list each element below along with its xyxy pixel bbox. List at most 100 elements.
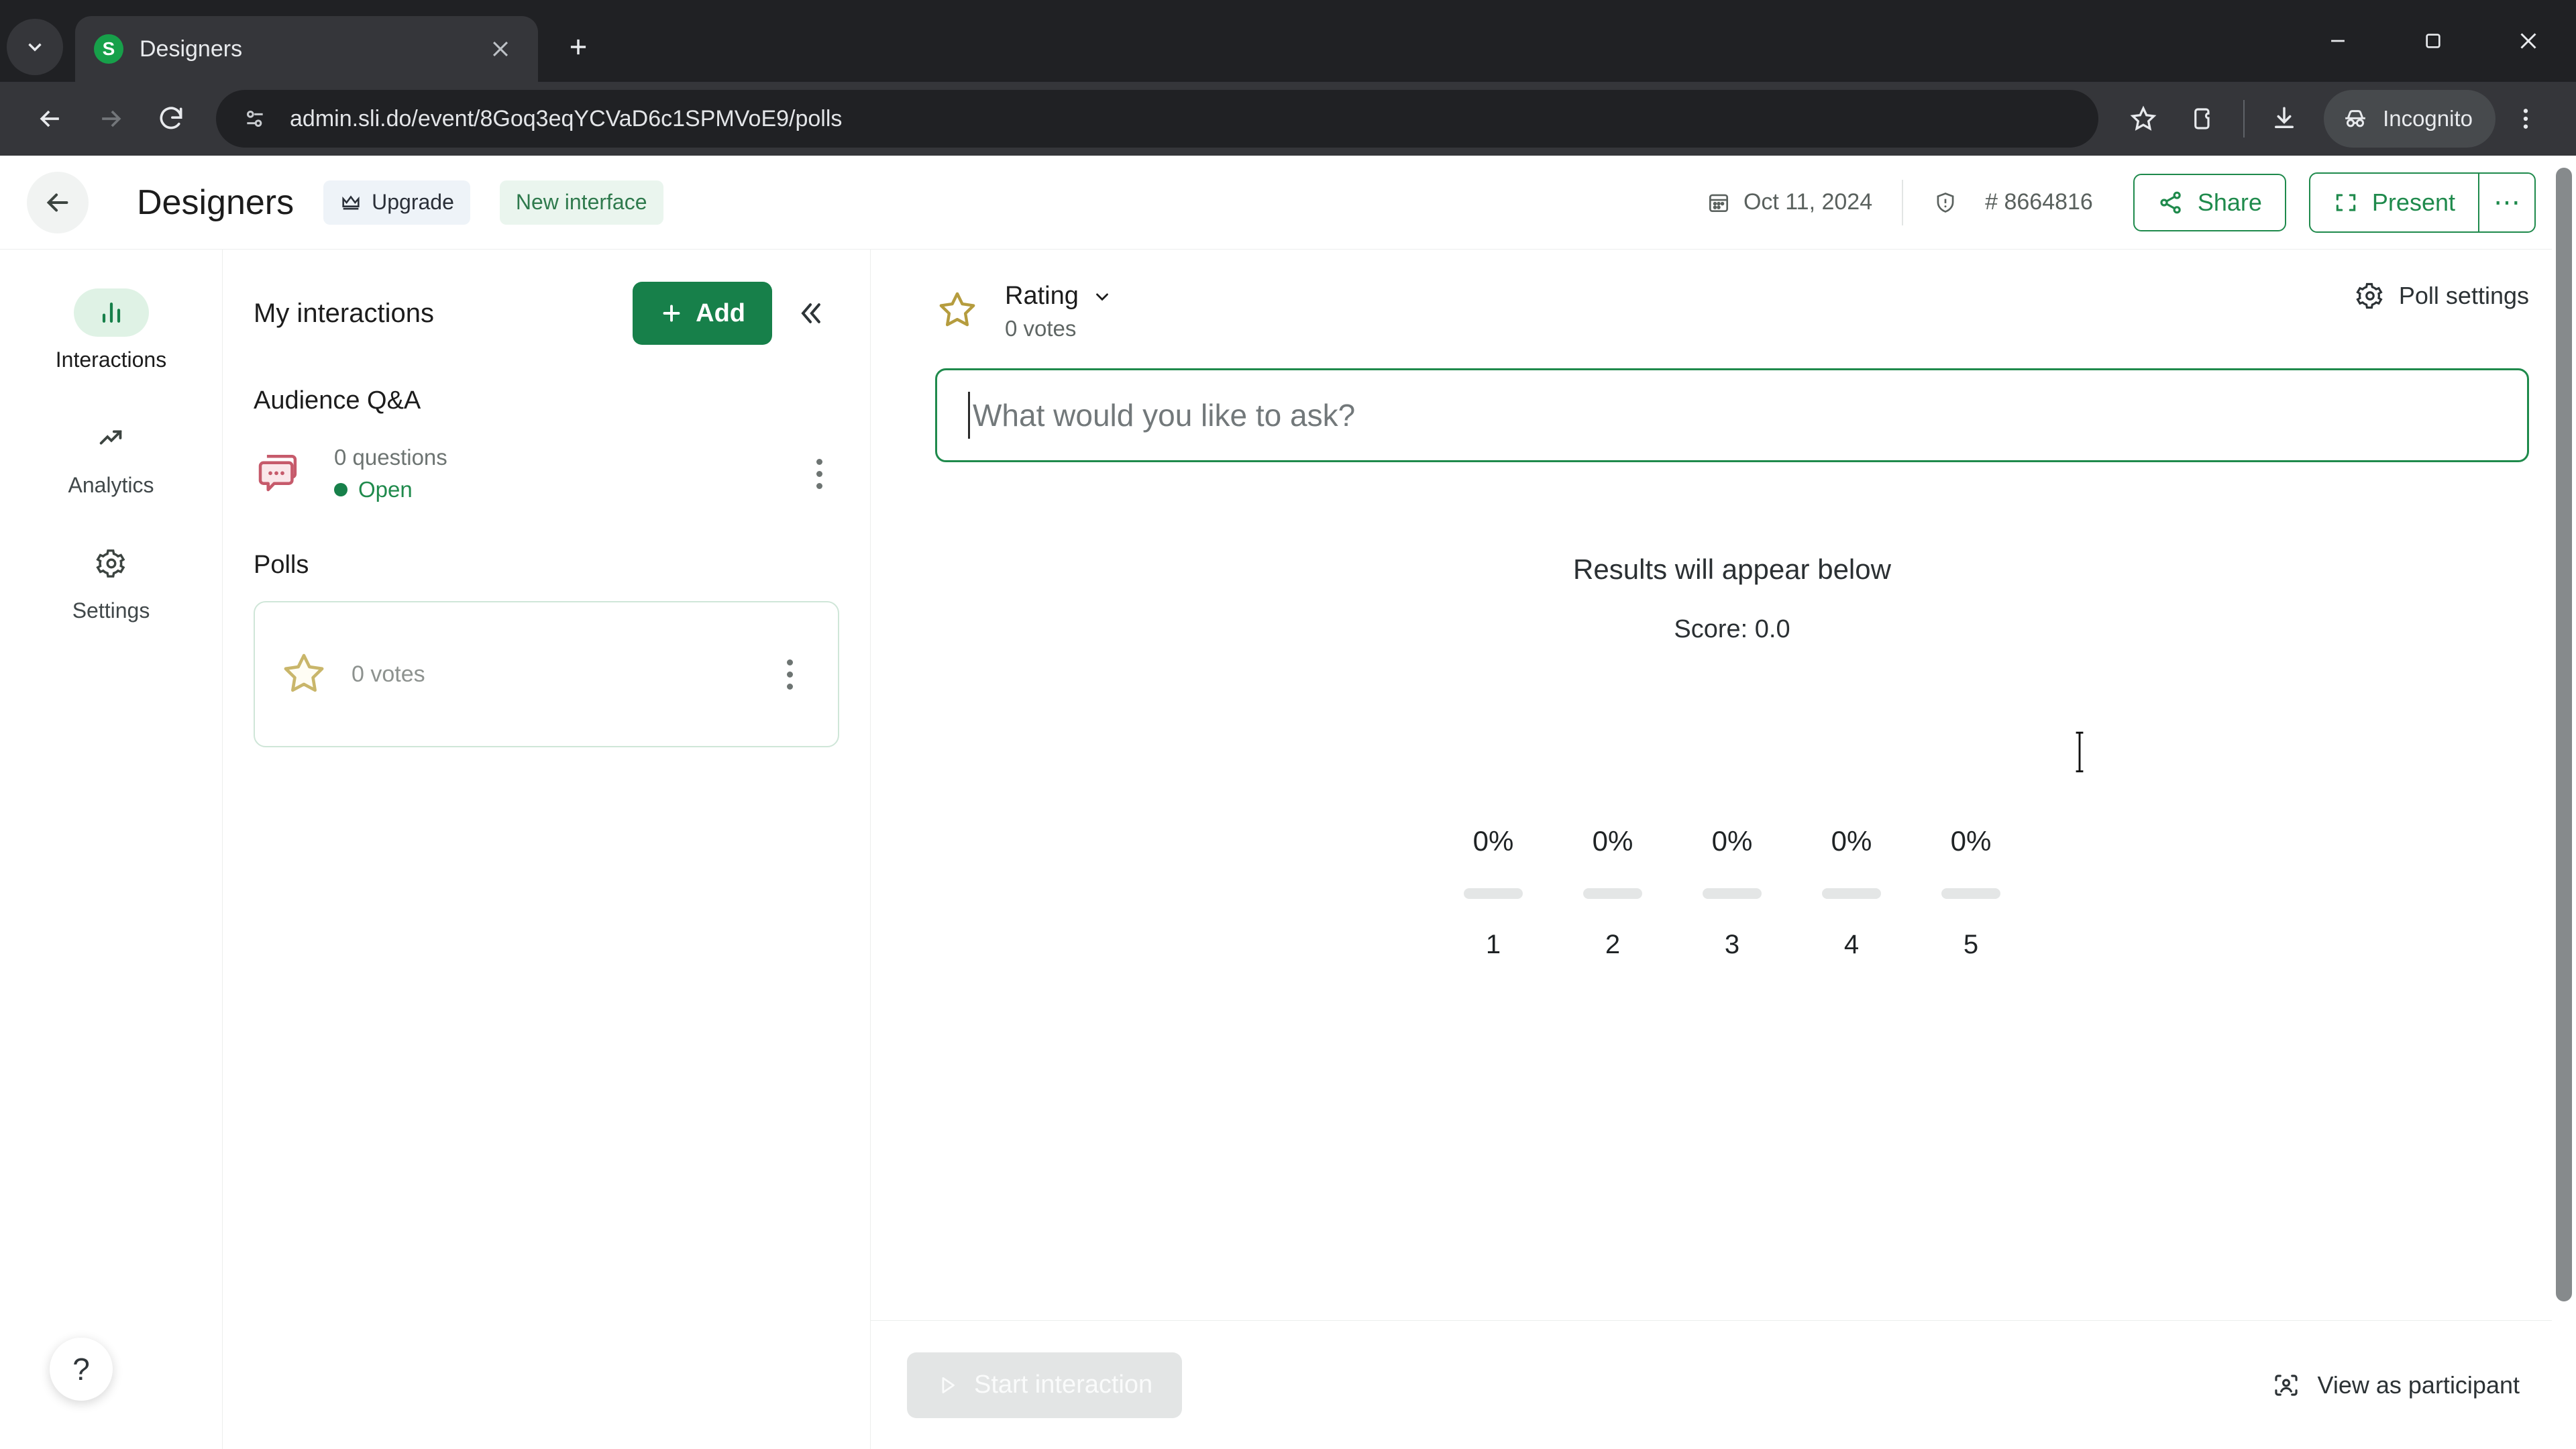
new-tab-button[interactable] bbox=[551, 20, 605, 74]
poll-item-menu-button[interactable] bbox=[769, 659, 810, 690]
back-arrow-icon bbox=[40, 110, 59, 127]
shield-alert-icon bbox=[1937, 192, 1954, 213]
add-interaction-button[interactable]: Add bbox=[633, 282, 772, 345]
upgrade-label: Upgrade bbox=[372, 190, 454, 214]
upgrade-button[interactable]: Upgrade bbox=[323, 180, 470, 225]
poll-editor-header: Rating 0 votes Poll settings bbox=[935, 282, 2529, 341]
slido-favicon: S bbox=[94, 34, 123, 64]
polls-group-title: Polls bbox=[254, 551, 309, 579]
forward-arrow-icon bbox=[102, 110, 121, 127]
scrollbar-thumb[interactable] bbox=[2556, 168, 2572, 1301]
dot bbox=[816, 482, 822, 489]
body-row: Interactions Analytics Settings ? My int… bbox=[0, 250, 2576, 1449]
maximize-button[interactable] bbox=[2385, 0, 2481, 82]
view-as-participant-label: View as participant bbox=[2317, 1371, 2520, 1399]
dot bbox=[816, 458, 822, 465]
chevrons-left-icon bbox=[801, 303, 820, 323]
play-icon bbox=[942, 1377, 955, 1393]
dot bbox=[786, 671, 793, 678]
poll-type-block: Rating 0 votes bbox=[1005, 282, 1112, 341]
chevron-down-icon bbox=[1095, 293, 1108, 301]
list-item[interactable]: 0 votes bbox=[254, 601, 839, 747]
rating-bar bbox=[1703, 888, 1762, 899]
present-more-button[interactable]: ⋯ bbox=[2478, 173, 2534, 231]
qa-item-text: 0 questions Open bbox=[334, 445, 799, 502]
minimize-icon bbox=[2331, 40, 2345, 42]
sidebar-item-interactions[interactable]: Interactions bbox=[0, 288, 222, 372]
poll-votes-count: 0 votes bbox=[1005, 316, 1077, 341]
sidebar-item-label: Settings bbox=[72, 598, 150, 623]
rating-column: 0% 4 bbox=[1811, 825, 1892, 960]
downloads-button[interactable] bbox=[2254, 89, 2314, 149]
close-tab-button[interactable] bbox=[482, 30, 519, 68]
browser-tab[interactable]: S Designers bbox=[75, 16, 538, 82]
status-dot-icon bbox=[334, 483, 347, 496]
present-button[interactable]: Present bbox=[2310, 174, 2478, 231]
rating-percent: 0% bbox=[1592, 825, 1633, 857]
view-as-participant-button[interactable]: View as participant bbox=[2272, 1371, 2520, 1399]
results-preview: Results will appear below Score: 0.0 0% … bbox=[935, 553, 2529, 960]
rating-percent: 0% bbox=[1950, 825, 1992, 857]
window-close-button[interactable] bbox=[2481, 0, 2576, 82]
gear-icon bbox=[2356, 282, 2383, 309]
collapse-panel-button[interactable] bbox=[782, 284, 839, 342]
qa-item-menu-button[interactable] bbox=[799, 458, 839, 489]
poll-vote-count: 0 votes bbox=[352, 661, 425, 687]
rating-percent: 0% bbox=[1831, 825, 1872, 857]
download-icon bbox=[2275, 107, 2294, 128]
plus-icon bbox=[663, 305, 680, 322]
poll-type-selector[interactable]: Rating bbox=[1005, 282, 1112, 311]
header-divider bbox=[1902, 179, 1904, 225]
poll-settings-button[interactable]: Poll settings bbox=[2356, 282, 2529, 310]
incognito-profile-button[interactable]: Incognito bbox=[2324, 90, 2496, 148]
sidebar-item-analytics[interactable]: Analytics bbox=[0, 414, 222, 498]
help-button[interactable]: ? bbox=[50, 1338, 113, 1401]
rating-bar bbox=[1583, 888, 1642, 899]
event-date[interactable]: Oct 11, 2024 bbox=[1706, 189, 1872, 215]
back-button[interactable] bbox=[20, 89, 80, 149]
minimize-button[interactable] bbox=[2290, 0, 2385, 82]
list-item[interactable]: 0 questions Open bbox=[254, 438, 839, 509]
reload-button[interactable] bbox=[141, 89, 201, 149]
start-interaction-button[interactable]: Start interaction bbox=[907, 1352, 1183, 1418]
qa-question-count: 0 questions bbox=[334, 445, 447, 470]
main-content: Rating 0 votes Poll settings What would … bbox=[871, 250, 2576, 1449]
event-code[interactable]: # 8664816 bbox=[1933, 189, 2093, 215]
rating-percent: 0% bbox=[1472, 825, 1514, 857]
browser-menu-button[interactable] bbox=[2496, 89, 2556, 149]
interactions-panel-header: My interactions Add bbox=[254, 282, 839, 345]
share-button[interactable]: Share bbox=[2133, 173, 2286, 231]
profile-label: Incognito bbox=[2383, 106, 2473, 131]
back-to-events-button[interactable] bbox=[27, 171, 89, 233]
dot bbox=[786, 683, 793, 690]
window-close-icon bbox=[2520, 33, 2536, 49]
results-title: Results will appear below bbox=[1573, 553, 1891, 585]
new-interface-button[interactable]: New interface bbox=[499, 180, 663, 225]
sidebar-item-settings[interactable]: Settings bbox=[0, 539, 222, 623]
tab-search-button[interactable] bbox=[7, 19, 63, 75]
bookmark-button[interactable] bbox=[2113, 89, 2174, 149]
page-scrollbar[interactable] bbox=[2552, 156, 2576, 1449]
star-icon bbox=[935, 287, 979, 335]
add-label: Add bbox=[696, 299, 745, 327]
gear-icon bbox=[74, 539, 149, 588]
forward-button[interactable] bbox=[80, 89, 141, 149]
rating-scale-chart: 0% 1 0% 2 0% 3 0% 4 0% 5 bbox=[935, 825, 2529, 960]
sidebar-item-label: Analytics bbox=[68, 473, 154, 497]
status-label: Open bbox=[358, 477, 413, 502]
poll-question-input[interactable]: What would you like to ask? bbox=[935, 368, 2529, 773]
maximize-icon bbox=[2426, 34, 2440, 48]
close-icon bbox=[492, 41, 508, 57]
present-fullscreen-icon bbox=[2336, 193, 2356, 211]
poll-type-label: Rating bbox=[1005, 282, 1079, 310]
address-bar[interactable]: admin.sli.do/event/8Goq3eqYCVaD6c1SPMVoE… bbox=[216, 90, 2099, 148]
sidebar-item-label: Interactions bbox=[55, 347, 167, 372]
start-interaction-label: Start interaction bbox=[974, 1371, 1153, 1399]
extensions-button[interactable] bbox=[2174, 89, 2234, 149]
site-settings-button[interactable] bbox=[235, 99, 275, 139]
incognito-icon bbox=[2345, 110, 2365, 127]
poll-question-placeholder: What would you like to ask? bbox=[973, 398, 1356, 433]
participant-view-icon bbox=[2274, 1374, 2298, 1396]
url-text: admin.sli.do/event/8Goq3eqYCVaD6c1SPMVoE… bbox=[290, 105, 843, 131]
bar-chart-icon bbox=[73, 288, 149, 337]
